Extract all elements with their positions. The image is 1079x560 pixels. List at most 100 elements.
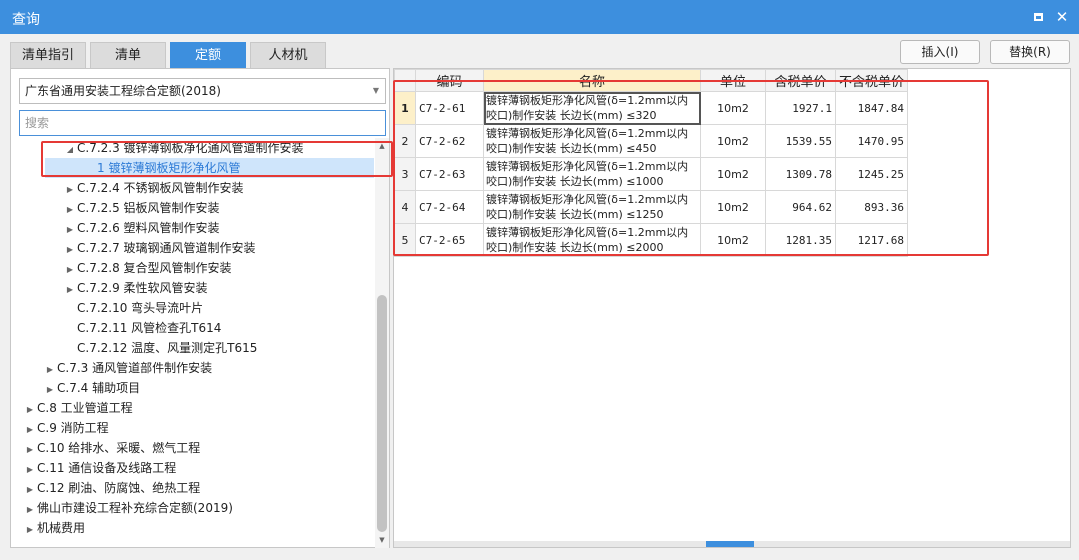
tree-item-label: C.12 刷油、防腐蚀、绝热工程 (37, 481, 201, 495)
collapsed-arrow-icon[interactable]: ▶ (63, 180, 77, 200)
tab-bill[interactable]: 清单 (90, 42, 166, 68)
tree-item[interactable]: ▶ C.7.2.7 玻璃钢通风管道制作安装 (63, 238, 256, 258)
collapsed-arrow-icon[interactable]: ▶ (43, 380, 57, 400)
tab-labor-material-machine[interactable]: 人材机 (250, 42, 326, 68)
cell-code[interactable]: C7-2-61 (415, 91, 484, 125)
collapsed-arrow-icon[interactable]: ▶ (63, 240, 77, 260)
close-icon[interactable]: ✕ (1054, 9, 1070, 25)
tree-item-label: C.9 消防工程 (37, 421, 109, 435)
tree-item-label: C.7.2.6 塑料风管制作安装 (77, 221, 220, 235)
tree-item[interactable]: ▶ C.12 刷油、防腐蚀、绝热工程 (23, 478, 200, 498)
cell-price-tax[interactable]: 1281.35 (765, 223, 836, 257)
tree-item[interactable]: C.7.2.11 风管检查孔T614 (63, 318, 221, 338)
cell-name[interactable]: 镀锌薄钢板矩形净化风管(δ=1.2mm以内咬口)制作安装 长边长(mm) ≤10… (483, 157, 701, 191)
row-number[interactable]: 5 (394, 223, 416, 257)
tree-item[interactable]: ▶ C.7.2.5 铝板风管制作安装 (63, 198, 220, 218)
table-row[interactable]: 5 C7-2-65 镀锌薄钢板矩形净化风管(δ=1.2mm以内咬口)制作安装 长边长… (394, 223, 908, 257)
grid-bottom-scrollbar[interactable] (394, 541, 1070, 547)
table-row[interactable]: 3 C7-2-63 镀锌薄钢板矩形净化风管(δ=1.2mm以内咬口)制作安装 长边长… (394, 157, 908, 191)
quota-grid-panel: 编码 名称 单位 含税单价 不含税单价 1 C7-2-61 镀锌薄钢板矩形净化风管(… (393, 68, 1071, 548)
panel-splitter-grip[interactable] (706, 541, 754, 547)
tree-item[interactable]: ▶ 机械费用 (23, 518, 85, 538)
collapsed-arrow-icon[interactable]: ▶ (23, 420, 37, 440)
cell-price-tax[interactable]: 964.62 (765, 190, 836, 224)
tree-item[interactable]: ▶ C.7.2.4 不锈钢板风管制作安装 (63, 178, 244, 198)
collapsed-arrow-icon[interactable]: ▶ (63, 200, 77, 220)
collapsed-arrow-icon[interactable]: ▶ (63, 280, 77, 300)
cell-name[interactable]: 镀锌薄钢板矩形净化风管(δ=1.2mm以内咬口)制作安装 长边长(mm) ≤12… (483, 190, 701, 224)
collapsed-arrow-icon[interactable]: ▶ (43, 360, 57, 380)
tab-bill-guide[interactable]: 清单指引 (10, 42, 86, 68)
tree-item-label: 1 镀锌薄钢板矩形净化风管 (97, 161, 241, 175)
row-number[interactable]: 2 (394, 124, 416, 158)
tree-item[interactable]: ▶ C.7.2.9 柔性软风管安装 (63, 278, 208, 298)
collapsed-arrow-icon[interactable]: ▶ (23, 520, 37, 540)
tree-item[interactable]: C.7.2.10 弯头导流叶片 (63, 298, 203, 318)
collapsed-arrow-icon[interactable]: ▶ (63, 220, 77, 240)
cell-unit[interactable]: 10m2 (700, 223, 766, 257)
tree-item[interactable]: ▶ C.7.3 通风管道部件制作安装 (43, 358, 212, 378)
tree-item[interactable]: ▶ C.9 消防工程 (23, 418, 109, 438)
search-input[interactable]: 搜索 (19, 110, 386, 136)
table-row[interactable]: 4 C7-2-64 镀锌薄钢板矩形净化风管(δ=1.2mm以内咬口)制作安装 长边长… (394, 190, 908, 224)
tree-item-selected[interactable]: 1 镀锌薄钢板矩形净化风管 (45, 158, 374, 178)
replace-button[interactable]: 替换(R) (990, 40, 1070, 64)
cell-price-notax[interactable]: 1470.95 (835, 124, 908, 158)
cell-price-notax[interactable]: 1847.84 (835, 91, 908, 125)
cell-name[interactable]: 镀锌薄钢板矩形净化风管(δ=1.2mm以内咬口)制作安装 长边长(mm) ≤45… (483, 124, 701, 158)
tree-item[interactable]: ▶ 佛山市建设工程补充综合定额(2019) (23, 498, 233, 518)
tree-item[interactable]: ◢ C.7.2.3 镀锌薄钢板净化通风管道制作安装 (63, 138, 304, 158)
tree-item[interactable]: C.7.2.12 温度、风量测定孔T615 (63, 338, 257, 358)
cell-code[interactable]: C7-2-63 (415, 157, 484, 191)
cell-code[interactable]: C7-2-64 (415, 190, 484, 224)
cell-price-tax[interactable]: 1539.55 (765, 124, 836, 158)
tree-item-label: 佛山市建设工程补充综合定额(2019) (37, 501, 233, 515)
cell-unit[interactable]: 10m2 (700, 157, 766, 191)
collapsed-arrow-icon[interactable]: ▶ (63, 260, 77, 280)
tab-quota[interactable]: 定额 (170, 42, 246, 68)
tree-item[interactable]: ▶ C.7.4 辅助项目 (43, 378, 140, 398)
tree-scrollbar[interactable]: ▲ ▼ (375, 138, 389, 548)
tree-item[interactable]: ▶ C.7.2.6 塑料风管制作安装 (63, 218, 220, 238)
table-row[interactable]: 2 C7-2-62 镀锌薄钢板矩形净化风管(δ=1.2mm以内咬口)制作安装 长边长… (394, 124, 908, 158)
table-header-row: 编码 名称 单位 含税单价 不含税单价 (394, 69, 908, 92)
cell-price-tax[interactable]: 1309.78 (765, 157, 836, 191)
cell-code[interactable]: C7-2-65 (415, 223, 484, 257)
scroll-down-icon[interactable]: ▼ (375, 534, 389, 546)
library-select[interactable]: 广东省通用安装工程综合定额(2018) ▼ (19, 78, 386, 104)
row-number[interactable]: 1 (394, 91, 416, 125)
collapsed-arrow-icon[interactable]: ▶ (23, 440, 37, 460)
header-code[interactable]: 编码 (415, 69, 484, 92)
collapsed-arrow-icon[interactable]: ▶ (23, 500, 37, 520)
row-number[interactable]: 3 (394, 157, 416, 191)
collapsed-arrow-icon[interactable]: ▶ (23, 480, 37, 500)
scroll-up-icon[interactable]: ▲ (375, 140, 389, 152)
cell-price-notax[interactable]: 1245.25 (835, 157, 908, 191)
cell-price-notax[interactable]: 1217.68 (835, 223, 908, 257)
scrollbar-thumb[interactable] (377, 295, 387, 532)
cell-price-notax[interactable]: 893.36 (835, 190, 908, 224)
cell-code[interactable]: C7-2-62 (415, 124, 484, 158)
header-price-tax[interactable]: 含税单价 (765, 69, 836, 92)
maximize-icon[interactable] (1030, 9, 1046, 25)
expanded-arrow-icon[interactable]: ◢ (63, 140, 77, 160)
cell-name[interactable]: 镀锌薄钢板矩形净化风管(δ=1.2mm以内咬口)制作安装 长边长(mm) ≤20… (483, 223, 701, 257)
cell-unit[interactable]: 10m2 (700, 124, 766, 158)
tree-item[interactable]: ▶ C.8 工业管道工程 (23, 398, 133, 418)
collapsed-arrow-icon[interactable]: ▶ (23, 400, 37, 420)
cell-name[interactable]: 镀锌薄钢板矩形净化风管(δ=1.2mm以内咬口)制作安装 长边长(mm) ≤32… (483, 91, 701, 125)
insert-button[interactable]: 插入(I) (900, 40, 980, 64)
chevron-down-icon: ▼ (372, 86, 379, 95)
tree-item[interactable]: ▶ C.11 通信设备及线路工程 (23, 458, 176, 478)
table-row[interactable]: 1 C7-2-61 镀锌薄钢板矩形净化风管(δ=1.2mm以内咬口)制作安装 长边长… (394, 91, 908, 125)
cell-unit[interactable]: 10m2 (700, 190, 766, 224)
collapsed-arrow-icon[interactable]: ▶ (23, 460, 37, 480)
row-number[interactable]: 4 (394, 190, 416, 224)
header-name[interactable]: 名称 (483, 69, 701, 92)
tree-item[interactable]: ▶ C.10 给排水、采暖、燃气工程 (23, 438, 200, 458)
cell-price-tax[interactable]: 1927.1 (765, 91, 836, 125)
header-price-notax[interactable]: 不含税单价 (835, 69, 908, 92)
tree-item[interactable]: ▶ C.7.2.8 复合型风管制作安装 (63, 258, 232, 278)
header-unit[interactable]: 单位 (700, 69, 766, 92)
cell-unit[interactable]: 10m2 (700, 91, 766, 125)
